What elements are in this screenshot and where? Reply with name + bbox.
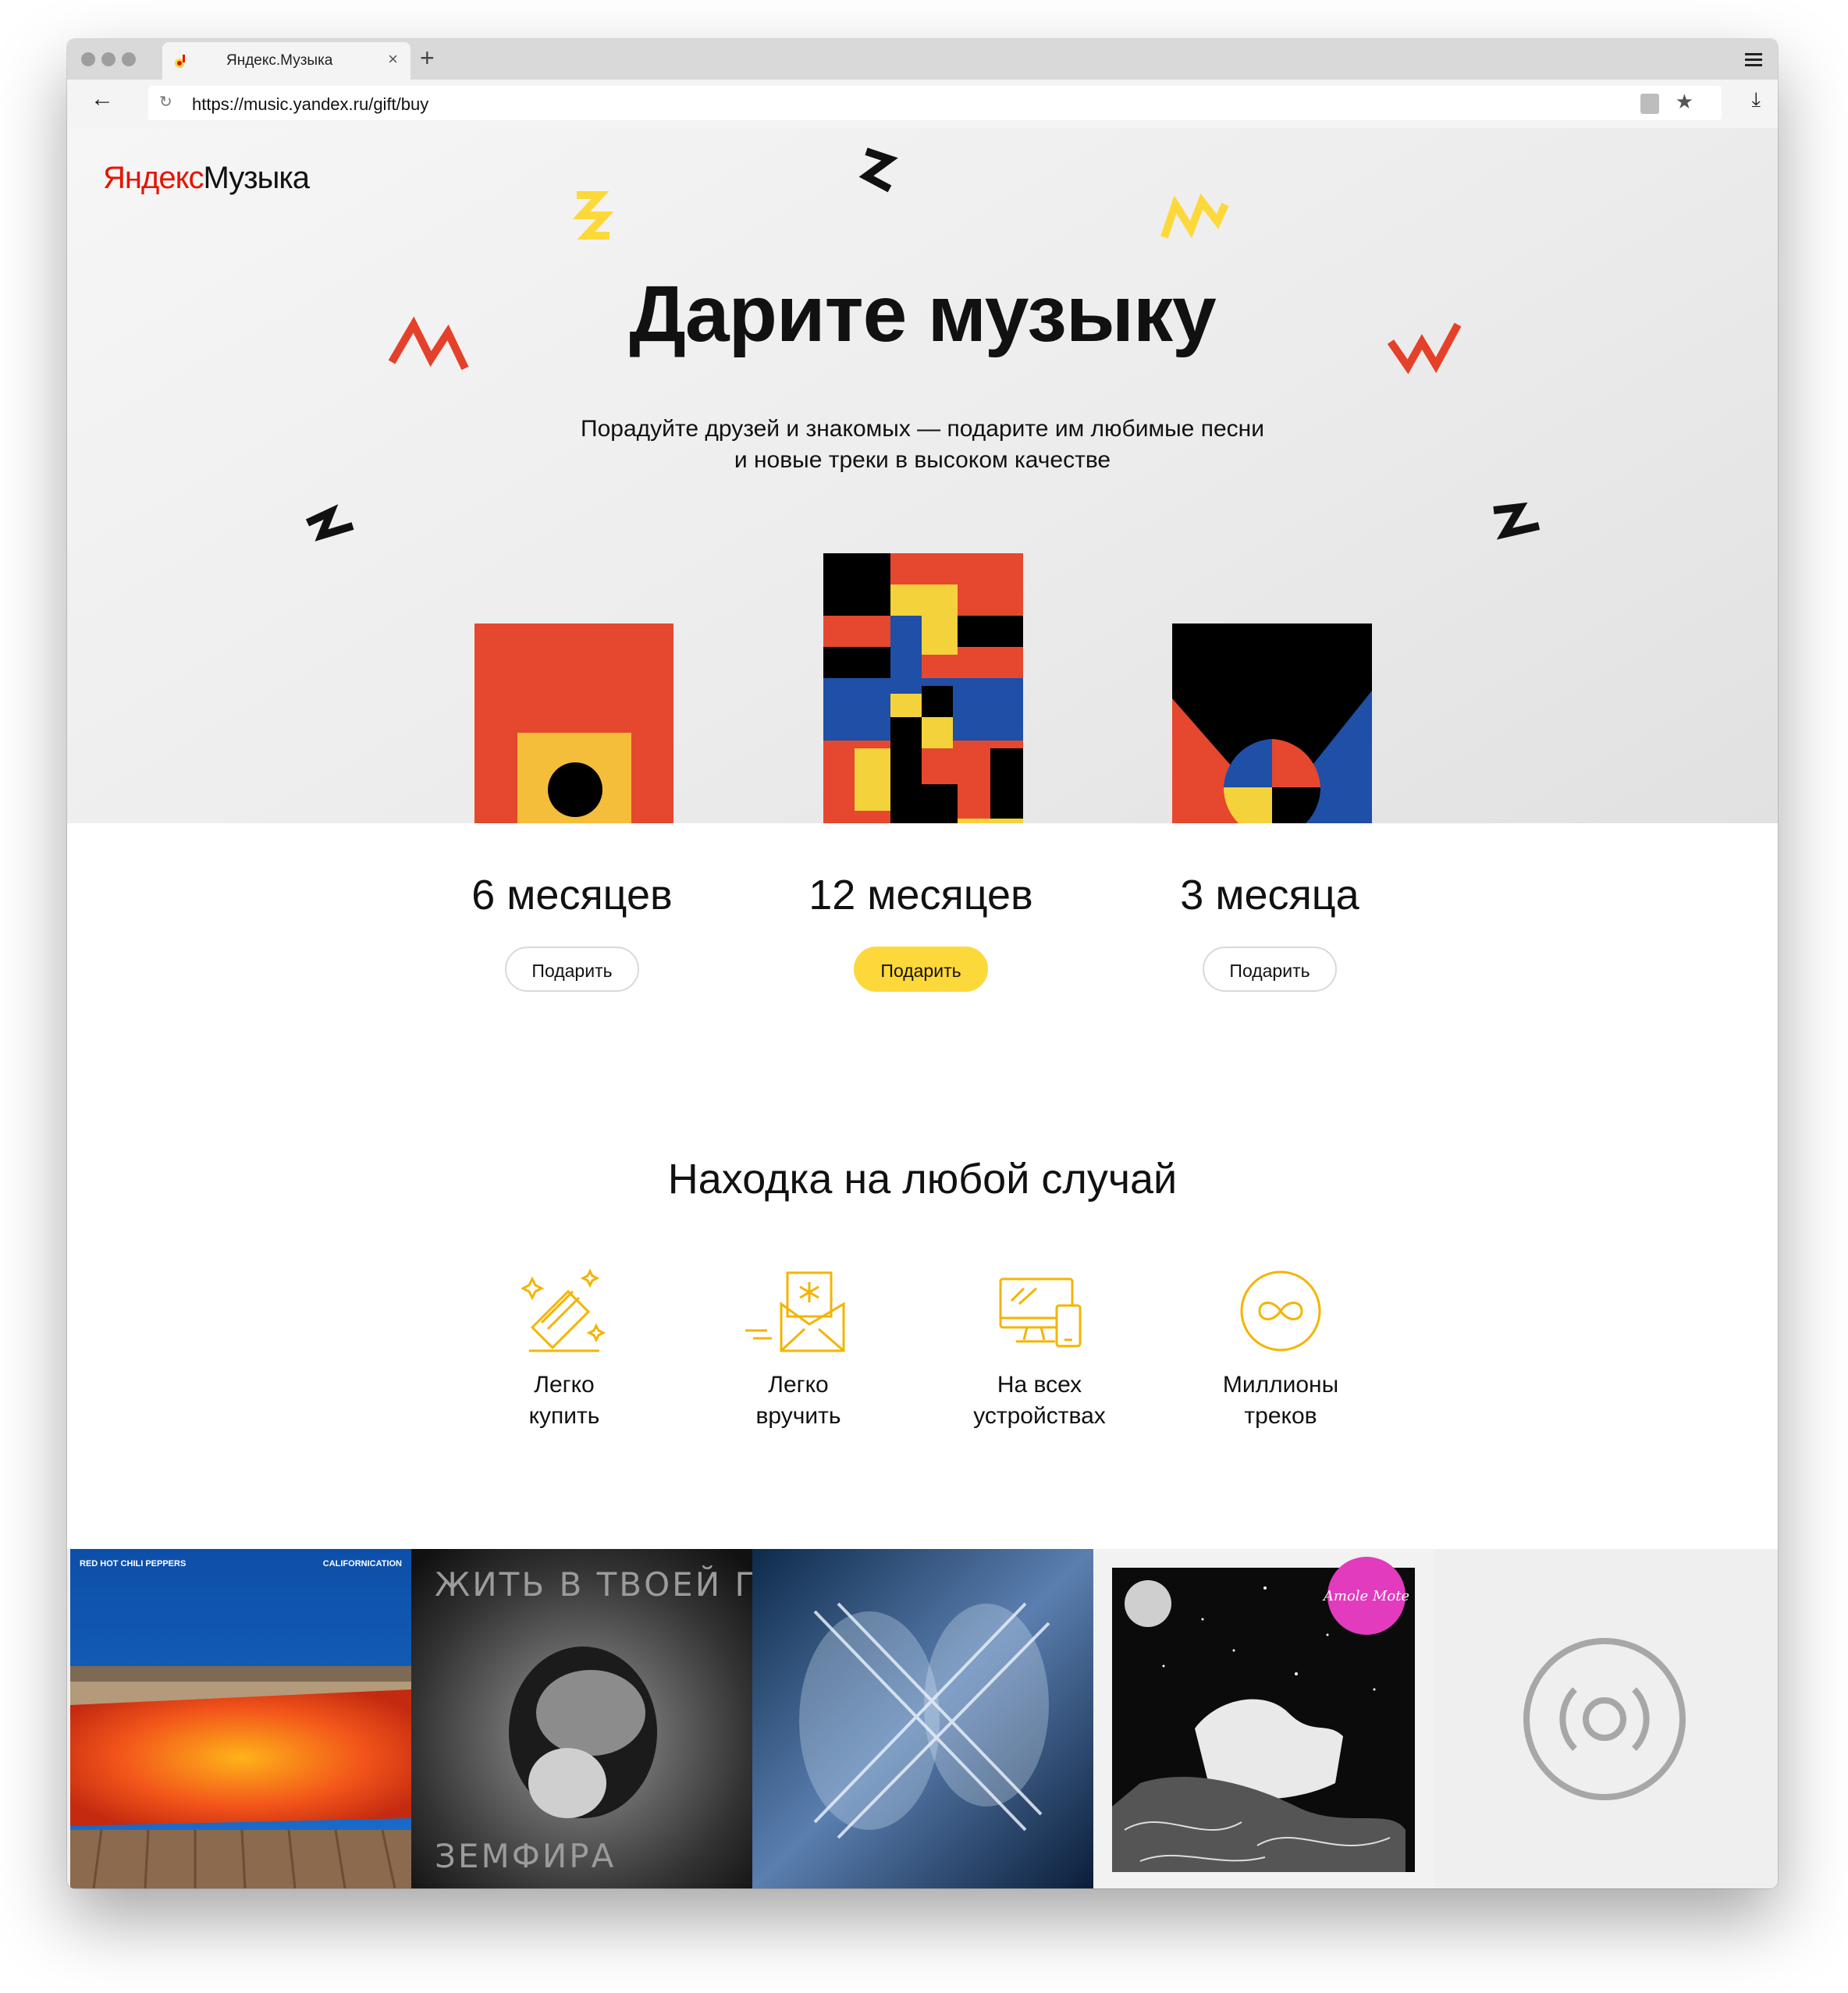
album-strip: RED HOT CHILI PEPPERS CALIFORNICATION ЖИ… — [67, 1549, 1778, 1888]
plan-3-months: 3 месяца Подарить — [1141, 870, 1398, 992]
download-icon[interactable]: ⤓ — [1752, 87, 1761, 112]
feature-label-line1: Миллионы — [1222, 1372, 1339, 1398]
address-bar: ← ↻ https://music.yandex.ru/gift/buy ★ ⤓ — [67, 80, 1778, 129]
album-cover-the-xx[interactable] — [752, 1549, 1093, 1888]
feature-millions-tracks: Миллионы треков — [1187, 1268, 1374, 1432]
menu-icon[interactable] — [1745, 53, 1762, 69]
star-icon[interactable]: ★ — [1676, 90, 1693, 114]
logo-product: Музыка — [203, 161, 310, 195]
feature-label: На всех устройствах — [946, 1370, 1133, 1432]
feature-label-line1: Легко — [768, 1372, 829, 1398]
feature-label-line2: купить — [528, 1403, 600, 1429]
feature-label: Легко купить — [471, 1370, 658, 1432]
gift-button-12-months[interactable]: Подарить — [854, 947, 988, 992]
squiggle-icon — [572, 191, 614, 240]
feature-label: Миллионы треков — [1187, 1370, 1374, 1432]
feature-all-devices: На всех устройствах — [946, 1268, 1133, 1432]
gift-button-3-months[interactable]: Подарить — [1203, 947, 1337, 992]
devices-icon — [999, 1277, 1082, 1348]
lock-icon[interactable] — [1640, 94, 1659, 114]
url-text[interactable]: https://music.yandex.ru/gift/buy — [192, 94, 428, 115]
yandex-music-logo[interactable]: ЯндексМузыка — [103, 161, 310, 196]
close-icon[interactable]: × — [388, 49, 398, 69]
hero-subtitle-line2: и новые треки в высоком качестве — [734, 447, 1111, 473]
squiggle-icon — [1160, 193, 1229, 239]
gift-button-6-months[interactable]: Подарить — [505, 947, 639, 992]
back-arrow-icon[interactable]: ← — [91, 86, 114, 112]
minimize-window-button[interactable] — [101, 52, 116, 66]
album-cover-californication[interactable]: RED HOT CHILI PEPPERS CALIFORNICATION — [70, 1549, 411, 1888]
feature-label: Легко вручить — [705, 1370, 892, 1432]
gift-card-icon — [521, 1268, 606, 1352]
album1-title: CALIFORNICATION — [323, 1559, 402, 1568]
feature-label-line1: На всех — [997, 1372, 1082, 1398]
hero-subtitle-line1: Порадуйте друзей и знакомых — подарите и… — [581, 416, 1264, 442]
plan-6-months: 6 месяцев Подарить — [443, 870, 701, 992]
album-cover-zemfira[interactable]: ЖИТЬ В ТВОЕЙ ГОЛОВЕ ЗЕМФИРА — [411, 1549, 752, 1888]
tab-bar: Яндекс.Музыка × + — [67, 39, 1778, 80]
squiggle-icon — [1493, 502, 1541, 540]
album-placeholder[interactable] — [1434, 1549, 1775, 1888]
gift-cover-3-months[interactable] — [1172, 623, 1372, 823]
feature-easy-buy: Легко купить — [471, 1268, 658, 1432]
feature-label-line1: Легко — [534, 1372, 595, 1398]
plan-12-months: 12 месяцев Подарить — [792, 870, 1050, 992]
album4-badge: Amole Mote — [1322, 1588, 1409, 1604]
plan-title: 3 месяца — [1180, 872, 1359, 918]
plan-title: 6 месяцев — [471, 872, 673, 918]
hero-section: ЯндексМузыка Дарите музыку Порадуйте дру… — [67, 128, 1778, 823]
squiggle-icon — [858, 147, 898, 193]
infinity-icon — [1240, 1270, 1321, 1352]
browser-tab[interactable]: Яндекс.Музыка × — [162, 42, 410, 80]
album2-title: ЖИТЬ В ТВОЕЙ ГОЛОВЕ — [435, 1565, 752, 1604]
album-cover-amole-mote[interactable]: Amole Mote — [1093, 1549, 1434, 1888]
yandex-music-favicon-icon — [175, 55, 185, 68]
squiggle-icon — [305, 504, 354, 542]
plan-title: 12 месяцев — [808, 872, 1033, 918]
hero-title: Дарите музыку — [629, 269, 1217, 358]
feature-easy-give: Легко вручить — [705, 1268, 892, 1432]
gift-cover-12-months[interactable] — [823, 553, 1023, 823]
logo-brand: Яндекс — [103, 161, 204, 195]
reload-icon[interactable]: ↻ — [159, 92, 172, 112]
gift-cover-6-months[interactable] — [474, 623, 673, 823]
feature-label-line2: треков — [1244, 1403, 1317, 1429]
album1-band: RED HOT CHILI PEPPERS — [80, 1559, 186, 1568]
disc-placeholder-icon — [1523, 1638, 1686, 1800]
tab-title: Яндекс.Музыка — [226, 52, 333, 69]
close-window-button[interactable] — [81, 52, 95, 66]
features-title: Находка на любой случай — [667, 1156, 1178, 1203]
url-field[interactable]: ↻ https://music.yandex.ru/gift/buy ★ — [148, 86, 1722, 120]
envelope-icon — [745, 1271, 845, 1352]
album2-band: ЗЕМФИРА — [435, 1837, 616, 1875]
new-tab-icon[interactable]: + — [420, 43, 435, 73]
feature-label-line2: вручить — [755, 1403, 841, 1429]
browser-window: Яндекс.Музыка × + ← ↻ https://music.yand… — [67, 39, 1778, 1888]
feature-label-line2: устройствах — [973, 1403, 1106, 1429]
hero-subtitle: Порадуйте друзей и знакомых — подарите и… — [517, 414, 1328, 476]
zoom-window-button[interactable] — [122, 52, 136, 66]
